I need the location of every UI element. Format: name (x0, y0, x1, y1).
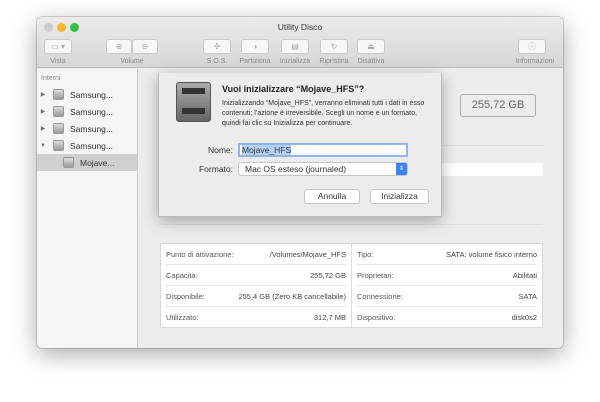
remove-volume-button[interactable]: ⊖ (132, 39, 158, 54)
volume-label: Volume (120, 58, 144, 65)
erase-button[interactable]: ▤ (281, 39, 309, 54)
view-button[interactable]: ▭ ▾ (44, 39, 72, 54)
info-value: 312,7 MB (313, 313, 346, 322)
dialog-title: Vuoi inizializzare “Mojave_HFS”? (222, 84, 365, 94)
hard-disk-icon (176, 82, 211, 122)
sidebar-item-disk[interactable]: ▼ Samsung... (37, 137, 137, 154)
unmount-button[interactable]: ⏏ (357, 39, 385, 54)
unmount-icon: ⏏ (367, 42, 375, 51)
info-key: Proprietari: (357, 270, 394, 280)
chevron-updown-icon: ⇕ (396, 163, 407, 175)
info-row: Capacità: 255,72 GB (166, 265, 346, 286)
sidebar-item-label: Samsung... (70, 106, 113, 117)
sidebar-icon: ▭ ▾ (51, 42, 65, 51)
add-volume-button[interactable]: ⊕ (106, 39, 132, 54)
dialog-message: Inizializzando “Mojave_HFS”, verranno el… (222, 100, 425, 127)
cancel-button[interactable]: Annulla (304, 189, 360, 204)
info-key: Capacità: (166, 270, 198, 280)
info-key: Tipo: (357, 249, 374, 259)
disk-icon (53, 89, 64, 100)
info-row: Punto di attivazione: /Volumes/Mojave_HFS (166, 244, 346, 265)
info-table: Punto di attivazione: /Volumes/Mojave_HFS… (160, 243, 543, 328)
divider (159, 224, 543, 225)
info-key: Connessione: (357, 291, 403, 301)
name-label: Nome: (207, 145, 233, 155)
erase-dialog: Vuoi inizializzare “Mojave_HFS”? Inizial… (158, 73, 442, 217)
sidebar-header: Interni (41, 75, 61, 82)
sidebar-item-label: Samsung... (70, 140, 113, 151)
disclosure-triangle-icon[interactable]: ▶ (37, 108, 49, 115)
partition-label: Partiziona (239, 58, 271, 65)
info-key: Disponibile: (166, 291, 205, 301)
format-value: Mac OS esteso (journaled) (245, 164, 347, 174)
info-value: disk0s2 (511, 313, 537, 322)
name-input[interactable]: Mojave_HFS (238, 143, 408, 157)
info-row: Utilizzato: 312,7 MB (166, 307, 346, 328)
info-value: 255,72 GB (310, 270, 346, 280)
remove-volume-icon: ⊖ (141, 42, 149, 51)
info-row: Tipo: SATA: volume fisico interno (357, 244, 537, 265)
info-key: Dispositivo: (357, 313, 396, 322)
sidebar-item-label: Samsung... (70, 123, 113, 134)
restore-button[interactable]: ↻ (320, 39, 348, 54)
erase-label: Inizializza (279, 58, 311, 65)
first-aid-button[interactable]: ✣ (203, 39, 231, 54)
name-value: Mojave_HFS (242, 145, 292, 155)
volume-icon (63, 157, 74, 168)
sidebar-item-disk[interactable]: ▶ Samsung... (37, 120, 137, 137)
partition-button[interactable]: ◑ (241, 39, 269, 54)
disk-icon (53, 123, 64, 134)
info-value: SATA (518, 291, 537, 301)
info-key: Utilizzato: (166, 313, 199, 322)
sidebar-item-volume[interactable]: Mojave... (37, 154, 137, 171)
sidebar: Interni ▶ Samsung... ▶ Samsung... ▶ Samsung… (37, 69, 138, 348)
info-label: Informazioni (515, 58, 555, 65)
unmount-label: Disattiva (357, 58, 385, 65)
add-volume-icon: ⊕ (115, 42, 123, 51)
disk-icon (53, 106, 64, 117)
capacity-badge: 255,72 GB (460, 94, 536, 117)
sidebar-item-label: Samsung... (70, 89, 113, 100)
restore-icon: ↻ (330, 42, 338, 51)
disclosure-triangle-icon[interactable]: ▶ (37, 91, 49, 98)
info-row: Dispositivo: disk0s2 (357, 307, 537, 328)
restore-label: Ripristina (319, 58, 349, 65)
erase-icon: ▤ (291, 42, 299, 51)
info-value: Abilitati (512, 270, 537, 280)
toolbar: Utility Disco ▭ ▾ Vista ⊕ ⊖ Volume ✣ S.O… (37, 17, 563, 68)
partition-icon: ◑ (252, 42, 258, 51)
info-value: SATA: volume fisico interno (445, 249, 537, 259)
disclosure-triangle-icon[interactable]: ▼ (37, 143, 49, 149)
first-aid-label: S.O.S. (206, 58, 228, 65)
info-row: Proprietari: Abilitati (357, 265, 537, 286)
sidebar-item-disk[interactable]: ▶ Samsung... (37, 86, 137, 103)
format-select[interactable]: Mac OS esteso (journaled) ⇕ (238, 162, 408, 176)
info-row: Disponibile: 255,4 GB (Zero KB cancellabi… (166, 286, 346, 307)
stethoscope-icon: ✣ (213, 42, 221, 51)
window-title: Utility Disco (277, 22, 323, 32)
info-icon: ⓘ (528, 42, 536, 51)
info-value: 255,4 GB (Zero KB cancellabile) (238, 291, 346, 301)
erase-confirm-button[interactable]: Inizializza (370, 189, 429, 204)
disk-icon (53, 140, 64, 151)
info-value: /Volumes/Mojave_HFS (269, 249, 346, 259)
info-button[interactable]: ⓘ (518, 39, 546, 54)
sidebar-item-label: Mojave... (80, 157, 115, 168)
disclosure-triangle-icon[interactable]: ▶ (37, 125, 49, 132)
view-label: Vista (50, 58, 66, 65)
sidebar-item-disk[interactable]: ▶ Samsung... (37, 103, 137, 120)
format-label: Formato: (198, 164, 233, 174)
info-key: Punto di attivazione: (166, 249, 234, 259)
info-row: Connessione: SATA (357, 286, 537, 307)
